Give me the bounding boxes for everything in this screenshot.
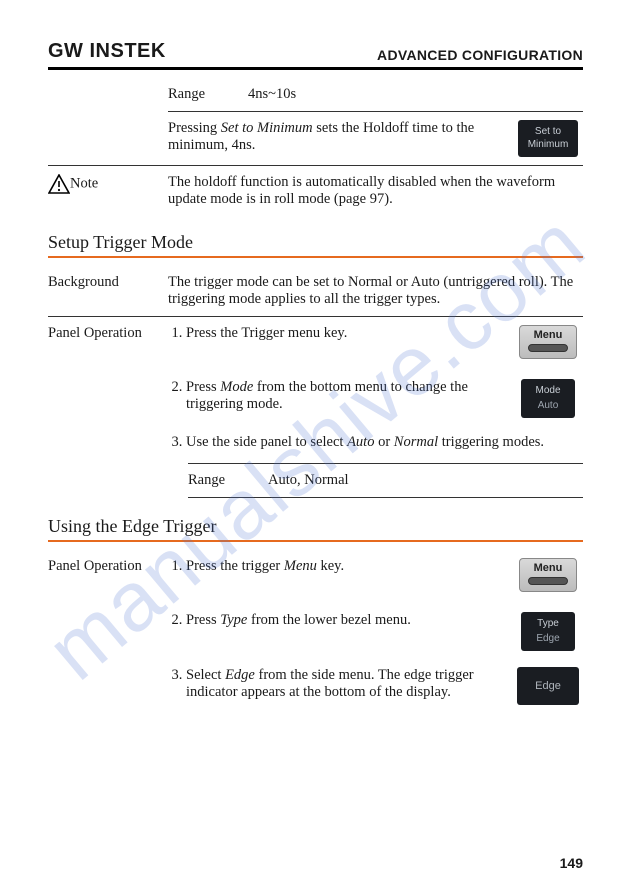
trigger-step-2: Press Mode from the bottom menu to chang… — [186, 379, 505, 413]
menu-hardkey: Menu — [519, 558, 577, 592]
note-text: The holdoff function is automatically di… — [168, 174, 583, 208]
section-divider — [48, 540, 583, 542]
edge-step-2: Press Type from the lower bezel menu. — [186, 612, 505, 629]
edge-step-3: Select Edge from the side menu. The edge… — [186, 667, 505, 701]
warning-icon — [48, 174, 70, 194]
note-label: Note — [48, 174, 168, 194]
section-divider — [48, 256, 583, 258]
chapter-title: ADVANCED CONFIGURATION — [377, 47, 583, 63]
holdoff-min-text: Pressing Set to Minimum sets the Holdoff… — [168, 120, 513, 154]
page-header: GW INSTEK ADVANCED CONFIGURATION — [48, 40, 583, 70]
range-label: Range — [168, 86, 220, 103]
section-setup-trigger-mode: Setup Trigger Mode — [48, 232, 583, 253]
divider — [48, 316, 583, 317]
holdoff-range: Range 4ns~10s — [168, 86, 583, 103]
brand-logo: GW INSTEK — [48, 40, 166, 63]
type-softkey: Type Edge — [521, 612, 575, 651]
background-label: Background — [48, 274, 168, 291]
edge-step-1: Press the trigger Menu key. — [186, 558, 505, 575]
divider — [48, 165, 583, 166]
divider — [168, 111, 583, 112]
trigger-step-1: Press the Trigger menu key. — [186, 325, 505, 342]
page-number: 149 — [560, 855, 583, 871]
mode-softkey: Mode Auto — [521, 379, 575, 418]
background-text: The trigger mode can be set to Normal or… — [168, 274, 583, 308]
range-value: 4ns~10s — [248, 86, 296, 103]
edge-softkey: Edge — [517, 667, 579, 705]
divider — [188, 463, 583, 464]
panel-operation-label: Panel Operation — [48, 325, 168, 342]
set-to-minimum-softkey: Set to Minimum — [518, 120, 578, 157]
section-edge-trigger: Using the Edge Trigger — [48, 516, 583, 537]
divider — [188, 497, 583, 498]
trigger-step-3: Use the side panel to select Auto or Nor… — [186, 434, 583, 451]
panel-operation-label: Panel Operation — [48, 558, 168, 575]
trigger-mode-range: Range Auto, Normal — [188, 472, 583, 489]
menu-hardkey: Menu — [519, 325, 577, 359]
